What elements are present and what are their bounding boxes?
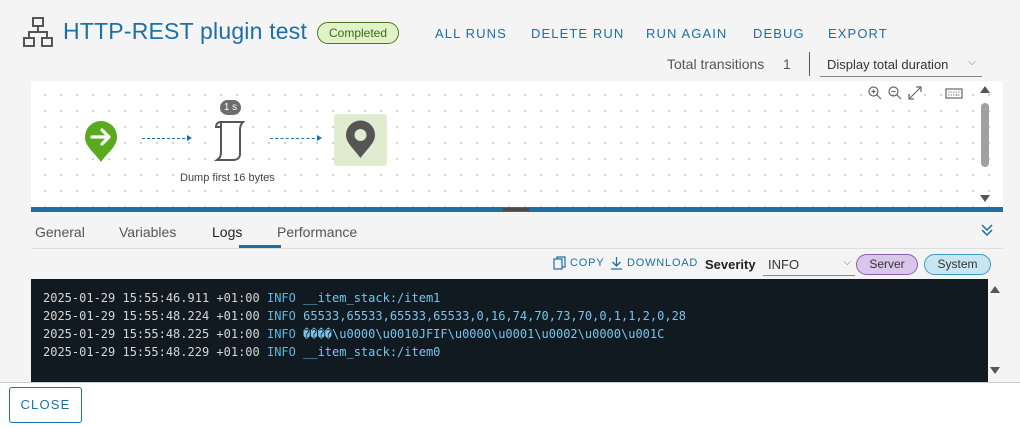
tab-general[interactable]: General	[35, 224, 85, 240]
active-tab-indicator	[239, 245, 281, 248]
fit-to-screen-icon[interactable]	[907, 85, 923, 101]
log-message: 65533,65533,65533,65533,0,16,74,70,73,70…	[303, 309, 687, 323]
scroll-down-icon[interactable]	[990, 367, 1000, 374]
workflow-canvas[interactable]	[31, 81, 1003, 208]
collapse-panel-icon[interactable]	[980, 222, 994, 238]
log-timestamp: 2025-01-29 15:55:48.224 +01:00	[43, 309, 260, 323]
log-console[interactable]: 2025-01-29 15:55:46.911 +01:00 INFO __it…	[31, 279, 988, 382]
canvas-toolbar	[867, 85, 963, 101]
chevron-down-icon: ⌵	[968, 57, 976, 68]
zoom-out-icon[interactable]	[887, 85, 903, 101]
divider	[809, 52, 810, 76]
system-filter-toggle[interactable]: System	[924, 254, 991, 275]
severity-label: Severity	[705, 257, 756, 272]
end-location-icon	[346, 120, 375, 158]
node-duration-badge: 1 s	[220, 100, 241, 115]
log-line: 2025-01-29 15:55:48.225 +01:00 INFO ����…	[43, 327, 988, 345]
details-tabs: General Variables Logs Performance	[31, 212, 1003, 249]
delete-run-button[interactable]: DELETE RUN	[531, 26, 624, 41]
start-node-icon[interactable]	[83, 119, 119, 163]
severity-select[interactable]: INFO ⌵	[763, 254, 855, 276]
log-line: 2025-01-29 15:55:48.229 +01:00 INFO __it…	[43, 345, 988, 363]
footer-bar	[0, 382, 1020, 428]
log-level: INFO	[266, 291, 296, 305]
end-node[interactable]	[334, 114, 387, 166]
page-title: HTTP-REST plugin test	[63, 18, 308, 44]
log-message: __item_stack:/item1	[303, 291, 441, 305]
server-filter-toggle[interactable]: Server	[856, 254, 918, 275]
copy-button[interactable]: COPY	[553, 256, 604, 270]
connector-arrow	[142, 135, 192, 141]
workflow-icon	[23, 17, 53, 47]
download-label: DOWNLOAD	[627, 257, 699, 269]
connector-arrow	[270, 135, 322, 141]
all-runs-button[interactable]: ALL RUNS	[435, 26, 507, 41]
log-line: 2025-01-29 15:55:48.224 +01:00 INFO 6553…	[43, 309, 988, 327]
log-scrollbar[interactable]	[990, 286, 1002, 374]
log-message: ����\u0000\u0010JFIF\u0000\u0001\u0002\u…	[303, 327, 665, 341]
tab-variables[interactable]: Variables	[119, 224, 176, 240]
log-level: INFO	[266, 327, 296, 341]
log-level: INFO	[266, 309, 296, 323]
scrollbar-thumb[interactable]	[981, 103, 989, 167]
scroll-up-icon[interactable]	[980, 86, 990, 93]
scroll-up-icon[interactable]	[990, 286, 1000, 293]
download-button[interactable]: DOWNLOAD	[610, 256, 698, 270]
debug-button[interactable]: DEBUG	[753, 26, 805, 41]
scroll-down-icon[interactable]	[980, 195, 990, 202]
log-timestamp: 2025-01-29 15:55:46.911 +01:00	[43, 291, 260, 305]
log-message: __item_stack:/item0	[303, 345, 441, 359]
total-transitions-label: Total transitions	[667, 56, 765, 72]
tab-logs[interactable]: Logs	[212, 224, 242, 240]
export-button[interactable]: EXPORT	[828, 26, 888, 41]
download-icon	[611, 257, 622, 270]
tab-performance[interactable]: Performance	[277, 224, 357, 240]
workflow-run-view: HTTP-REST plugin test Completed ALL RUNS…	[0, 0, 1020, 428]
chevron-down-icon: ⌵	[843, 257, 851, 268]
canvas-scrollbar[interactable]	[980, 86, 992, 202]
log-timestamp: 2025-01-29 15:55:48.225 +01:00	[43, 327, 260, 341]
log-level: INFO	[266, 345, 296, 359]
keyboard-icon[interactable]	[945, 85, 963, 101]
log-line: 2025-01-29 15:55:46.911 +01:00 INFO __it…	[43, 291, 988, 309]
script-node-label: Dump first 16 bytes	[180, 172, 275, 184]
copy-label: COPY	[570, 257, 605, 269]
toolbar-spacer	[927, 85, 941, 101]
resize-grip[interactable]	[503, 208, 529, 211]
script-node-icon[interactable]	[212, 118, 248, 162]
close-button[interactable]: CLOSE	[9, 387, 82, 423]
duration-select-value: Display total duration	[827, 57, 949, 72]
severity-value: INFO	[768, 257, 800, 272]
duration-display-select[interactable]: Display total duration ⌵	[820, 53, 982, 77]
log-timestamp: 2025-01-29 15:55:48.229 +01:00	[43, 345, 260, 359]
status-badge: Completed	[317, 22, 400, 44]
total-transitions-value: 1	[783, 56, 791, 72]
zoom-in-icon[interactable]	[867, 85, 883, 101]
copy-icon	[553, 256, 566, 270]
run-again-button[interactable]: RUN AGAIN	[646, 26, 727, 41]
